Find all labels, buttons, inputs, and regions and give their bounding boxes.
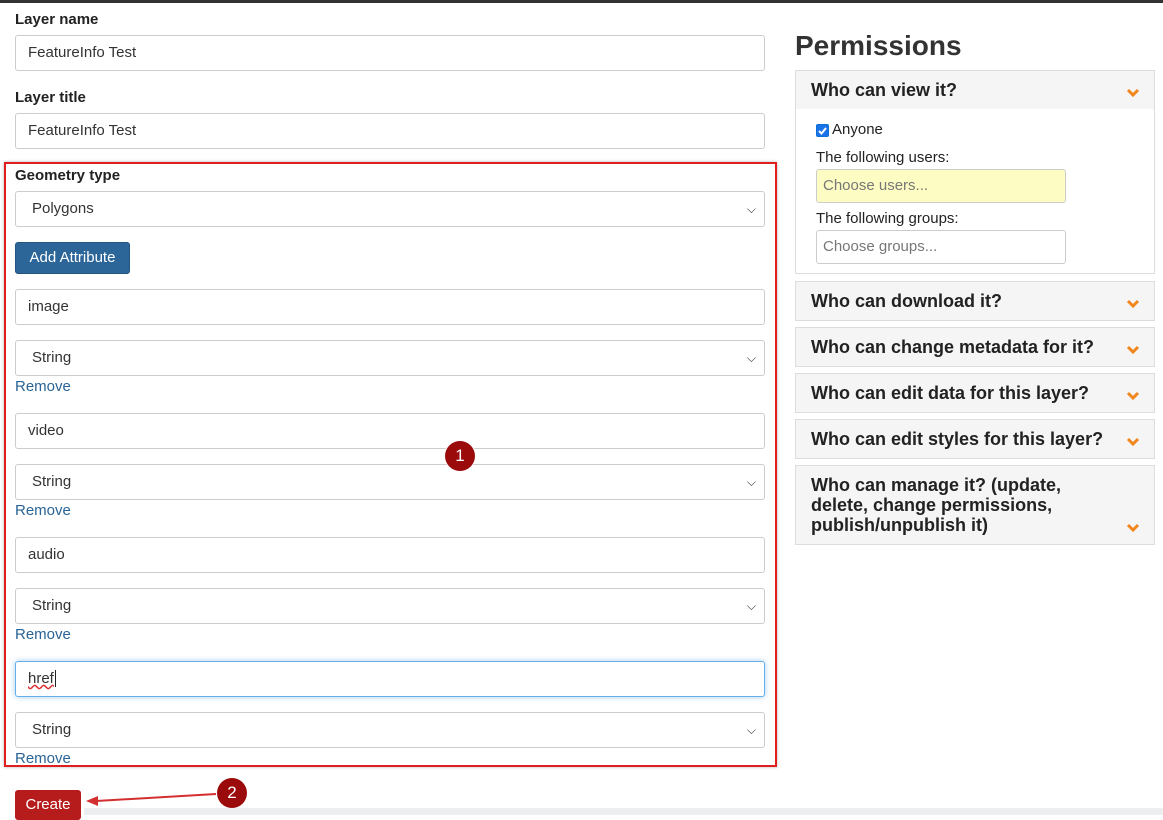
panel-header-label: Who can edit styles for this layer? <box>811 429 1104 449</box>
chevron-down-icon <box>1126 345 1140 355</box>
chevron-down-icon <box>1126 437 1140 447</box>
panel-who-can-manage: Who can manage it? (update, delete, chan… <box>795 465 1155 545</box>
panel-header-edit-data[interactable]: Who can edit data for this layer? <box>796 374 1154 412</box>
chevron-down-icon <box>1126 88 1140 98</box>
chevron-down-icon <box>1126 391 1140 401</box>
choose-users-input[interactable]: Choose users... <box>816 169 1066 203</box>
panel-header-label: Who can edit data for this layer? <box>811 383 1090 403</box>
anyone-checkbox[interactable] <box>816 124 829 137</box>
panel-header-label: Who can view it? <box>811 80 958 100</box>
panel-body-view: Anyone The following users: Choose users… <box>796 109 1154 273</box>
panel-header-label: Who can change metadata for it? <box>811 337 1095 357</box>
check-icon <box>818 127 827 135</box>
groups-label: The following groups: <box>816 210 959 227</box>
permissions-title: Permissions <box>795 30 962 61</box>
panel-who-can-edit-styles: Who can edit styles for this layer? <box>795 419 1155 459</box>
panel-header-label: Who can download it? <box>811 291 1002 311</box>
panel-header-download[interactable]: Who can download it? <box>796 282 1154 320</box>
panel-who-can-download: Who can download it? <box>795 281 1155 321</box>
panel-header-label: Who can manage it? (update, delete, chan… <box>811 475 1062 535</box>
chevron-down-icon <box>1126 523 1140 533</box>
panel-who-can-edit-data: Who can edit data for this layer? <box>795 373 1155 413</box>
anyone-label: Anyone <box>832 121 883 138</box>
panel-header-manage[interactable]: Who can manage it? (update, delete, chan… <box>796 466 1154 544</box>
panel-header-metadata[interactable]: Who can change metadata for it? <box>796 328 1154 366</box>
panel-who-can-change-metadata: Who can change metadata for it? <box>795 327 1155 367</box>
chevron-down-icon <box>1126 299 1140 309</box>
users-label: The following users: <box>816 149 950 166</box>
panel-header-view[interactable]: Who can view it? <box>796 71 1154 109</box>
bottom-scroll-strip <box>84 808 1163 815</box>
choose-groups-input[interactable]: Choose groups... <box>816 230 1066 264</box>
panel-who-can-view: Who can view it? Anyone The following us… <box>795 70 1155 274</box>
panel-header-edit-styles[interactable]: Who can edit styles for this layer? <box>796 420 1154 458</box>
